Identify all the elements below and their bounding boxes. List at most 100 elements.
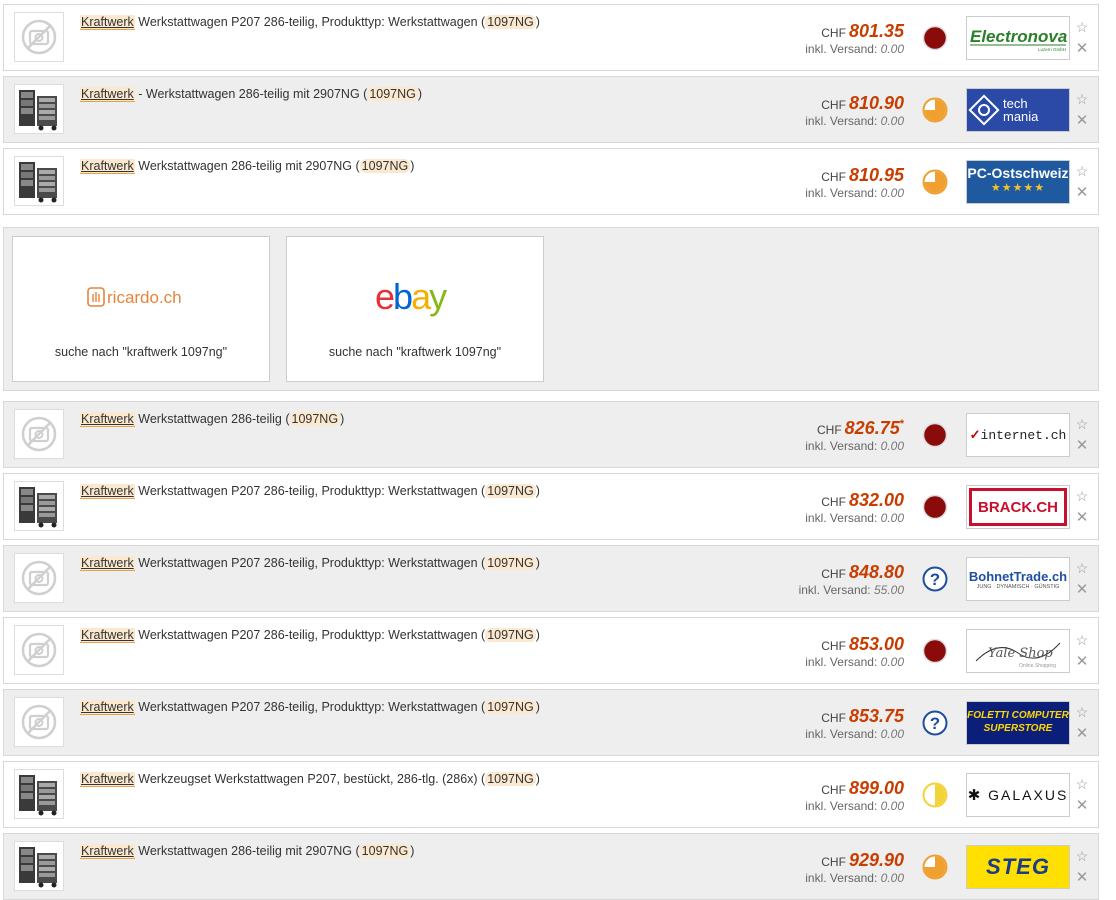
- price-value[interactable]: 848.80: [849, 562, 904, 582]
- favorite-star-icon[interactable]: ☆: [1074, 488, 1090, 504]
- close-icon[interactable]: ✕: [1074, 438, 1090, 454]
- shop-logo[interactable]: ✱ GALAXUS: [966, 773, 1070, 817]
- close-icon[interactable]: ✕: [1074, 726, 1090, 742]
- close-icon[interactable]: ✕: [1074, 654, 1090, 670]
- price[interactable]: CHF 853.00: [821, 634, 904, 655]
- close-icon[interactable]: ✕: [1074, 510, 1090, 526]
- brand-link[interactable]: Kraftwerk: [80, 556, 135, 571]
- product-thumbnail[interactable]: [14, 625, 64, 675]
- shop-logo[interactable]: tech mania: [966, 88, 1070, 132]
- brand-link[interactable]: Kraftwerk: [80, 700, 135, 715]
- offer-title[interactable]: Kraftwerk Werkstattwagen 286-teilig mit …: [80, 159, 414, 174]
- favorite-star-icon[interactable]: ☆: [1074, 776, 1090, 792]
- product-thumbnail[interactable]: [14, 841, 64, 891]
- close-icon[interactable]: ✕: [1074, 185, 1090, 201]
- availability-status-icon[interactable]: ?: [922, 566, 948, 592]
- brand-link[interactable]: Kraftwerk: [80, 628, 135, 643]
- offer-row[interactable]: Kraftwerk Werkzeugset Werkstattwagen P20…: [3, 761, 1099, 828]
- page-scrollbar[interactable]: [1100, 0, 1116, 877]
- price[interactable]: CHF 848.80: [821, 562, 904, 583]
- favorite-star-icon[interactable]: ☆: [1074, 560, 1090, 576]
- brand-link[interactable]: Kraftwerk: [80, 412, 135, 427]
- offer-row[interactable]: Kraftwerk Werkstattwagen 286-teilig (109…: [3, 401, 1099, 468]
- product-thumbnail[interactable]: [14, 12, 64, 62]
- offer-title[interactable]: Kraftwerk - Werkstattwagen 286-teilig mi…: [80, 87, 422, 102]
- favorite-star-icon[interactable]: ☆: [1074, 91, 1090, 107]
- brand-link[interactable]: Kraftwerk: [80, 15, 135, 30]
- brand-link[interactable]: Kraftwerk: [80, 484, 135, 499]
- availability-status-icon[interactable]: [922, 169, 948, 195]
- price-value[interactable]: 832.00: [849, 490, 904, 510]
- price[interactable]: CHF 853.75: [821, 706, 904, 727]
- close-icon[interactable]: ✕: [1074, 798, 1090, 814]
- brand-link[interactable]: Kraftwerk: [80, 159, 135, 174]
- brand-link[interactable]: Kraftwerk: [80, 87, 135, 102]
- close-icon[interactable]: ✕: [1074, 113, 1090, 129]
- price[interactable]: CHF 810.90: [821, 93, 904, 114]
- shop-logo[interactable]: BRACK.CH: [966, 485, 1070, 529]
- shop-logo[interactable]: BohnetTrade.ch JUNG · DYNAMISCH · GÜNSTIG: [966, 557, 1070, 601]
- availability-status-icon[interactable]: ?: [922, 710, 948, 736]
- shop-logo[interactable]: ✓internet.ch: [966, 413, 1070, 457]
- price-value[interactable]: 810.95: [849, 165, 904, 185]
- price[interactable]: CHF 801.35: [821, 21, 904, 42]
- ricardo-card[interactable]: ricardo.ch suche nach "kraftwerk 1097ng": [12, 236, 270, 382]
- price-value[interactable]: 853.75: [849, 706, 904, 726]
- product-thumbnail[interactable]: [14, 697, 64, 747]
- price-value[interactable]: 801.35: [849, 21, 904, 41]
- offer-row[interactable]: Kraftwerk Werkstattwagen 286-teilig mit …: [3, 833, 1099, 900]
- brand-link[interactable]: Kraftwerk: [80, 844, 135, 859]
- price-value[interactable]: 899.00: [849, 778, 904, 798]
- product-thumbnail[interactable]: [14, 409, 64, 459]
- shop-logo[interactable]: STEG: [966, 845, 1070, 889]
- price-value[interactable]: 810.90: [849, 93, 904, 113]
- offer-row[interactable]: Kraftwerk Werkstattwagen P207 286-teilig…: [3, 545, 1099, 612]
- offer-title[interactable]: Kraftwerk Werkstattwagen 286-teilig mit …: [80, 844, 414, 859]
- favorite-star-icon[interactable]: ☆: [1074, 848, 1090, 864]
- price[interactable]: CHF 832.00: [821, 490, 904, 511]
- availability-status-icon[interactable]: [922, 782, 948, 808]
- close-icon[interactable]: ✕: [1074, 582, 1090, 598]
- favorite-star-icon[interactable]: ☆: [1074, 632, 1090, 648]
- product-thumbnail[interactable]: [14, 769, 64, 819]
- offer-title[interactable]: Kraftwerk Werkstattwagen P207 286-teilig…: [80, 484, 540, 499]
- shop-logo[interactable]: Yale Shop Online Shopping: [966, 629, 1070, 673]
- price-value[interactable]: 929.90: [849, 850, 904, 870]
- offer-title[interactable]: Kraftwerk Werkzeugset Werkstattwagen P20…: [80, 772, 540, 787]
- availability-status-icon[interactable]: [922, 97, 948, 123]
- offer-title[interactable]: Kraftwerk Werkstattwagen 286-teilig (109…: [80, 412, 344, 427]
- availability-status-icon[interactable]: [922, 638, 948, 664]
- price[interactable]: CHF 810.95: [821, 165, 904, 186]
- price-value[interactable]: 826.75: [845, 418, 900, 438]
- offer-title[interactable]: Kraftwerk Werkstattwagen P207 286-teilig…: [80, 15, 540, 30]
- favorite-star-icon[interactable]: ☆: [1074, 19, 1090, 35]
- offer-row[interactable]: Kraftwerk Werkstattwagen P207 286-teilig…: [3, 617, 1099, 684]
- offer-title[interactable]: Kraftwerk Werkstattwagen P207 286-teilig…: [80, 628, 540, 643]
- brand-link[interactable]: Kraftwerk: [80, 772, 135, 787]
- close-icon[interactable]: ✕: [1074, 870, 1090, 886]
- offer-row[interactable]: Kraftwerk Werkstattwagen P207 286-teilig…: [3, 689, 1099, 756]
- favorite-star-icon[interactable]: ☆: [1074, 416, 1090, 432]
- offer-title[interactable]: Kraftwerk Werkstattwagen P207 286-teilig…: [80, 556, 540, 571]
- product-thumbnail[interactable]: [14, 156, 64, 206]
- offer-row[interactable]: Kraftwerk Werkstattwagen 286-teilig mit …: [3, 148, 1099, 215]
- availability-status-icon[interactable]: [922, 494, 948, 520]
- favorite-star-icon[interactable]: ☆: [1074, 704, 1090, 720]
- availability-status-icon[interactable]: [922, 25, 948, 51]
- product-thumbnail[interactable]: [14, 481, 64, 531]
- ebay-card[interactable]: ebay suche nach "kraftwerk 1097ng": [286, 236, 544, 382]
- availability-status-icon[interactable]: [922, 422, 948, 448]
- product-thumbnail[interactable]: [14, 553, 64, 603]
- product-thumbnail[interactable]: [14, 84, 64, 134]
- price[interactable]: CHF 929.90: [821, 850, 904, 871]
- shop-logo[interactable]: FOLETTI COMPUTER SUPERSTORE: [966, 701, 1070, 745]
- availability-status-icon[interactable]: [922, 854, 948, 880]
- offer-title[interactable]: Kraftwerk Werkstattwagen P207 286-teilig…: [80, 700, 540, 715]
- offer-row[interactable]: Kraftwerk Werkstattwagen P207 286-teilig…: [3, 4, 1099, 71]
- shop-logo[interactable]: PC-Ostschweiz ★★★★★: [966, 160, 1070, 204]
- price[interactable]: CHF 899.00: [821, 778, 904, 799]
- price[interactable]: CHF 826.75*: [817, 418, 904, 439]
- favorite-star-icon[interactable]: ☆: [1074, 163, 1090, 179]
- price-value[interactable]: 853.00: [849, 634, 904, 654]
- offer-row[interactable]: Kraftwerk Werkstattwagen P207 286-teilig…: [3, 473, 1099, 540]
